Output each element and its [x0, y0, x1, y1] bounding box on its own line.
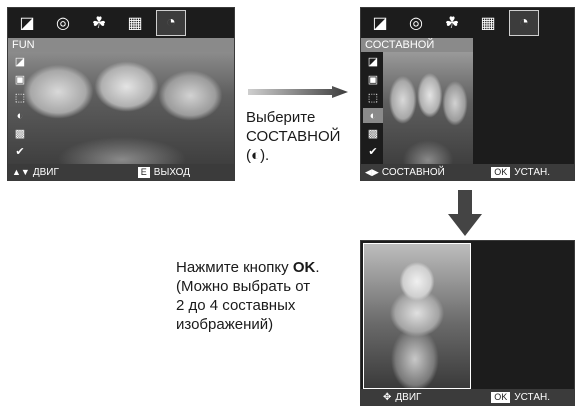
instruction-line: изображений) — [176, 316, 274, 333]
menu-title: FUN — [8, 38, 234, 52]
effect-icon[interactable]: ◪ — [10, 54, 30, 69]
arrow-right-icon — [248, 86, 348, 98]
composite-slot-photo — [363, 243, 471, 389]
check-icon[interactable]: ✔ — [363, 144, 383, 159]
instruction-line: (Можно выбрать от — [176, 278, 311, 295]
instruction-line: СОСТАВНОЙ — [246, 128, 341, 145]
ok-key-badge: OK — [491, 166, 511, 178]
menu-tab-bar: ◪ ◎ ☘ ▦ ◔ — [8, 8, 234, 38]
instruction-line: Выберите — [246, 109, 316, 126]
instruction-select-composite: Выберите СОСТАВНОЙ (◐). — [246, 108, 356, 165]
preview-photo — [8, 38, 234, 166]
paren-close: ). — [260, 147, 270, 164]
tab-effect-icon[interactable]: ☘ — [84, 10, 114, 36]
photo-frame-icon[interactable]: ▩ — [363, 126, 383, 141]
instruction-line: 2 до 4 составных — [176, 297, 296, 314]
bottom-bar: ▲▼ ДВИГ E ВЫХОД — [8, 164, 234, 180]
ok-key-badge: OK — [491, 391, 511, 403]
menu-title: СОСТАВНОЙ — [361, 38, 473, 52]
tab-fun-icon[interactable]: ◔ — [509, 10, 539, 36]
set-label: УСТАН. — [514, 391, 550, 403]
arrow-down-icon — [448, 190, 482, 236]
instruction-line: (◐). — [246, 146, 356, 165]
tab-timer-icon[interactable]: ◎ — [401, 10, 431, 36]
instruction-press-ok: Нажмите кнопку OK. (Можно выбрать от 2 д… — [176, 258, 356, 334]
bottom-bar: ✥ ДВИГ OK УСТАН. — [361, 389, 574, 405]
tab-effect-icon[interactable]: ☘ — [437, 10, 467, 36]
camera-screen-fun-menu: ◪ ◎ ☘ ▦ ◔ FUN ◪ ▣ ⬚ ◐ ▩ ✔ ▲▼ ДВИГ E ВЫХО… — [7, 7, 235, 181]
tab-exposure-icon[interactable]: ◪ — [12, 10, 42, 36]
move-label: ДВИГ — [32, 166, 59, 178]
composite-icon: ◐ — [251, 147, 261, 164]
updown-arrow-icon: ▲▼ — [12, 167, 30, 177]
portrait-icon[interactable]: ▣ — [10, 72, 30, 87]
tab-fun-icon[interactable]: ◔ — [156, 10, 186, 36]
frame-icon[interactable]: ⬚ — [10, 90, 30, 105]
instruction-line: Нажмите кнопку OK. — [176, 258, 356, 277]
preview-photo — [383, 52, 473, 166]
tab-timer-icon[interactable]: ◎ — [48, 10, 78, 36]
set-label: УСТАН. — [514, 166, 550, 178]
frame-icon[interactable]: ⬚ — [363, 90, 383, 105]
check-icon[interactable]: ✔ — [10, 144, 30, 159]
composite-icon[interactable]: ◐ — [10, 108, 30, 123]
instruction-text: Нажмите кнопку — [176, 259, 293, 276]
tab-frame-icon[interactable]: ▦ — [120, 10, 150, 36]
ok-button-text: OK — [292, 259, 316, 276]
e-key-badge: E — [137, 166, 150, 178]
portrait-icon[interactable]: ▣ — [363, 72, 383, 87]
camera-screen-composite-menu: ◪ ◎ ☘ ▦ ◔ СОСТАВНОЙ ◪ ▣ ⬚ ◐ ▩ ✔ ◀▶ СОСТА… — [360, 7, 575, 181]
four-way-arrow-icon: ✥ — [383, 391, 392, 403]
move-label: ДВИГ — [395, 391, 422, 403]
menu-tab-bar: ◪ ◎ ☘ ▦ ◔ — [361, 8, 574, 38]
camera-screen-composite-shot: ✥ ДВИГ OK УСТАН. — [360, 240, 575, 406]
composite-label: СОСТАВНОЙ — [381, 166, 445, 178]
menu-icon-column: ◪ ▣ ⬚ ◐ ▩ ✔ — [363, 54, 385, 159]
leftright-arrow-icon: ◀▶ — [365, 166, 379, 177]
tab-exposure-icon[interactable]: ◪ — [365, 10, 395, 36]
composite-icon[interactable]: ◐ — [363, 108, 383, 123]
instruction-text: . — [315, 259, 320, 276]
exit-label: ВЫХОД — [153, 166, 190, 178]
photo-frame-icon[interactable]: ▩ — [10, 126, 30, 141]
tab-frame-icon[interactable]: ▦ — [473, 10, 503, 36]
bottom-bar: ◀▶ СОСТАВНОЙ OK УСТАН. — [361, 164, 574, 180]
menu-icon-column: ◪ ▣ ⬚ ◐ ▩ ✔ — [10, 54, 32, 159]
effect-icon[interactable]: ◪ — [363, 54, 383, 69]
